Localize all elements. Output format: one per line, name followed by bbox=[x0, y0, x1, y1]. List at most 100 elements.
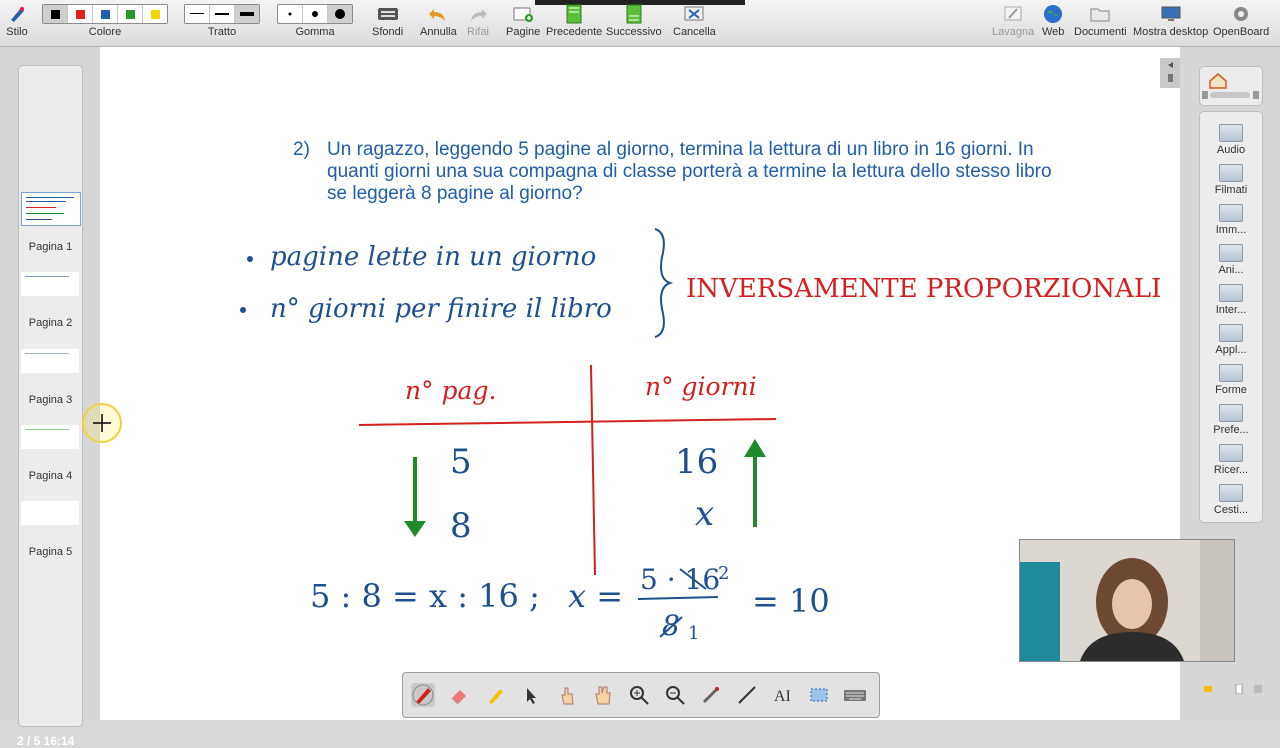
library-shapes[interactable]: Forme bbox=[1200, 364, 1262, 396]
capture-tool-icon[interactable] bbox=[807, 683, 831, 707]
keyboard-grid-icon bbox=[377, 4, 399, 24]
clear-button[interactable]: Cancella bbox=[673, 4, 716, 38]
library-slider[interactable] bbox=[1204, 684, 1264, 694]
undo-button[interactable]: Annulla bbox=[420, 4, 457, 38]
arrow-down-head bbox=[404, 521, 426, 537]
next-page-button[interactable]: Successivo bbox=[606, 4, 662, 38]
eraser-tool-icon[interactable] bbox=[447, 683, 471, 707]
backgrounds-button[interactable]: Sfondi bbox=[372, 4, 403, 38]
page-label-4[interactable]: Pagina 4 bbox=[19, 470, 82, 482]
color-red[interactable] bbox=[68, 5, 93, 23]
interactivities-folder-icon bbox=[1219, 284, 1243, 302]
page-label-1[interactable]: Pagina 1 bbox=[19, 241, 82, 253]
globe-icon bbox=[1042, 4, 1064, 24]
virtual-keyboard-icon[interactable] bbox=[843, 683, 867, 707]
documents-button[interactable]: Documenti bbox=[1074, 4, 1127, 38]
library-animations[interactable]: Ani... bbox=[1200, 244, 1262, 276]
page-thumbnail-4[interactable] bbox=[21, 425, 79, 449]
fraction-bar bbox=[637, 596, 719, 600]
zoom-out-icon[interactable] bbox=[663, 683, 687, 707]
library-applications[interactable]: Appl... bbox=[1200, 324, 1262, 356]
applications-folder-icon bbox=[1219, 324, 1243, 342]
crosshair-icon bbox=[93, 414, 111, 432]
text-tool-icon[interactable]: AI bbox=[771, 683, 795, 707]
stroke-medium[interactable] bbox=[210, 5, 235, 23]
zoom-in-icon[interactable] bbox=[627, 683, 651, 707]
color-yellow[interactable] bbox=[143, 5, 167, 23]
library-navigation bbox=[1199, 66, 1263, 106]
pan-hand-icon[interactable] bbox=[591, 683, 615, 707]
board-pen-icon bbox=[1002, 4, 1024, 24]
eraser-small[interactable] bbox=[278, 5, 303, 23]
stroke-widths bbox=[184, 4, 260, 24]
page-label-3[interactable]: Pagina 3 bbox=[19, 394, 82, 406]
eraser-medium[interactable] bbox=[303, 5, 328, 23]
library-movies[interactable]: Filmati bbox=[1200, 164, 1262, 196]
eraser-large[interactable] bbox=[328, 5, 352, 23]
openboard-menu-button[interactable]: OpenBoard bbox=[1213, 4, 1269, 38]
result: = 10 bbox=[752, 582, 830, 620]
shapes-folder-icon bbox=[1219, 364, 1243, 382]
pen-style-icon bbox=[6, 4, 28, 24]
stroke-thick[interactable] bbox=[235, 5, 259, 23]
library-trash[interactable]: Cesti... bbox=[1200, 484, 1262, 516]
column-header-days: n° giorni bbox=[645, 372, 757, 401]
svg-text:AI: AI bbox=[774, 688, 791, 705]
home-icon[interactable] bbox=[1200, 67, 1262, 105]
stroke-thin[interactable] bbox=[185, 5, 210, 23]
library-search[interactable]: Ricer... bbox=[1200, 444, 1262, 476]
eraser-sizes bbox=[277, 4, 353, 24]
page-label-5[interactable]: Pagina 5 bbox=[19, 546, 82, 558]
pen-tool-icon[interactable] bbox=[411, 683, 435, 707]
add-page-icon bbox=[512, 4, 534, 24]
highlighter-tool-icon[interactable] bbox=[483, 683, 507, 707]
folder-icon bbox=[1089, 4, 1111, 24]
page-thumbnail-3[interactable] bbox=[21, 349, 79, 373]
favorites-star-icon bbox=[1219, 404, 1243, 422]
color-green[interactable] bbox=[118, 5, 143, 23]
page-label-2[interactable]: Pagina 2 bbox=[19, 317, 82, 329]
previous-page-button[interactable]: Precedente bbox=[546, 4, 602, 38]
library-interactivities[interactable]: Inter... bbox=[1200, 284, 1262, 316]
audio-folder-icon bbox=[1219, 124, 1243, 142]
redo-button[interactable]: Rifai bbox=[467, 4, 489, 38]
style-button[interactable]: Stilo bbox=[6, 4, 28, 38]
fraction-numerator: 5 · 16 bbox=[640, 563, 720, 596]
color-black[interactable] bbox=[43, 5, 68, 23]
whiteboard-canvas[interactable]: 2) Un ragazzo, leggendo 5 pagine al gior… bbox=[100, 47, 1180, 720]
page-thumbnails: Pagina 1 Pagina 2 Pagina 3 Pagina 4 Pagi… bbox=[18, 65, 83, 727]
images-folder-icon bbox=[1219, 204, 1243, 222]
handwritten-ink: pagine lette in un giorno n° giorni per … bbox=[240, 228, 1161, 644]
page-thumbnail-1[interactable] bbox=[21, 192, 81, 226]
page-thumbnail-5[interactable] bbox=[21, 501, 79, 525]
previous-page-icon bbox=[563, 4, 585, 24]
board-mode-button[interactable]: Lavagna bbox=[992, 4, 1034, 38]
page-navigator: Pagina 1 Pagina 2 Pagina 3 Pagina 4 Pagi… bbox=[0, 47, 100, 748]
fraction-denominator: 8 bbox=[662, 609, 680, 642]
library-favorites[interactable]: Prefe... bbox=[1200, 404, 1262, 436]
clear-page-icon bbox=[683, 4, 705, 24]
undo-arrow-icon bbox=[427, 4, 449, 24]
solution-lhs: x = bbox=[568, 577, 623, 615]
next-page-icon bbox=[623, 4, 645, 24]
select-arrow-icon[interactable] bbox=[519, 683, 543, 707]
show-desktop-button[interactable]: Mostra desktop bbox=[1133, 4, 1208, 38]
interact-hand-icon[interactable] bbox=[555, 683, 579, 707]
trash-icon bbox=[1219, 484, 1243, 502]
monitor-icon bbox=[1160, 4, 1182, 24]
presenter-video bbox=[1020, 540, 1234, 661]
movies-folder-icon bbox=[1219, 164, 1243, 182]
library-images[interactable]: Imm... bbox=[1200, 204, 1262, 236]
pages-button[interactable]: Pagine bbox=[506, 4, 540, 38]
page-thumbnail-2[interactable] bbox=[21, 272, 79, 296]
laser-pointer-icon[interactable] bbox=[699, 683, 723, 707]
drawing-tools-palette: AI bbox=[402, 672, 880, 718]
animations-folder-icon bbox=[1219, 244, 1243, 262]
line-tool-icon[interactable] bbox=[735, 683, 759, 707]
color-blue[interactable] bbox=[93, 5, 118, 23]
library-audio[interactable]: Audio bbox=[1200, 124, 1262, 156]
arrow-up-head bbox=[744, 439, 766, 457]
web-button[interactable]: Web bbox=[1042, 4, 1064, 38]
bullet-pages-per-day: pagine lette in un giorno bbox=[270, 242, 596, 272]
collapse-right-panel[interactable] bbox=[1160, 58, 1180, 88]
